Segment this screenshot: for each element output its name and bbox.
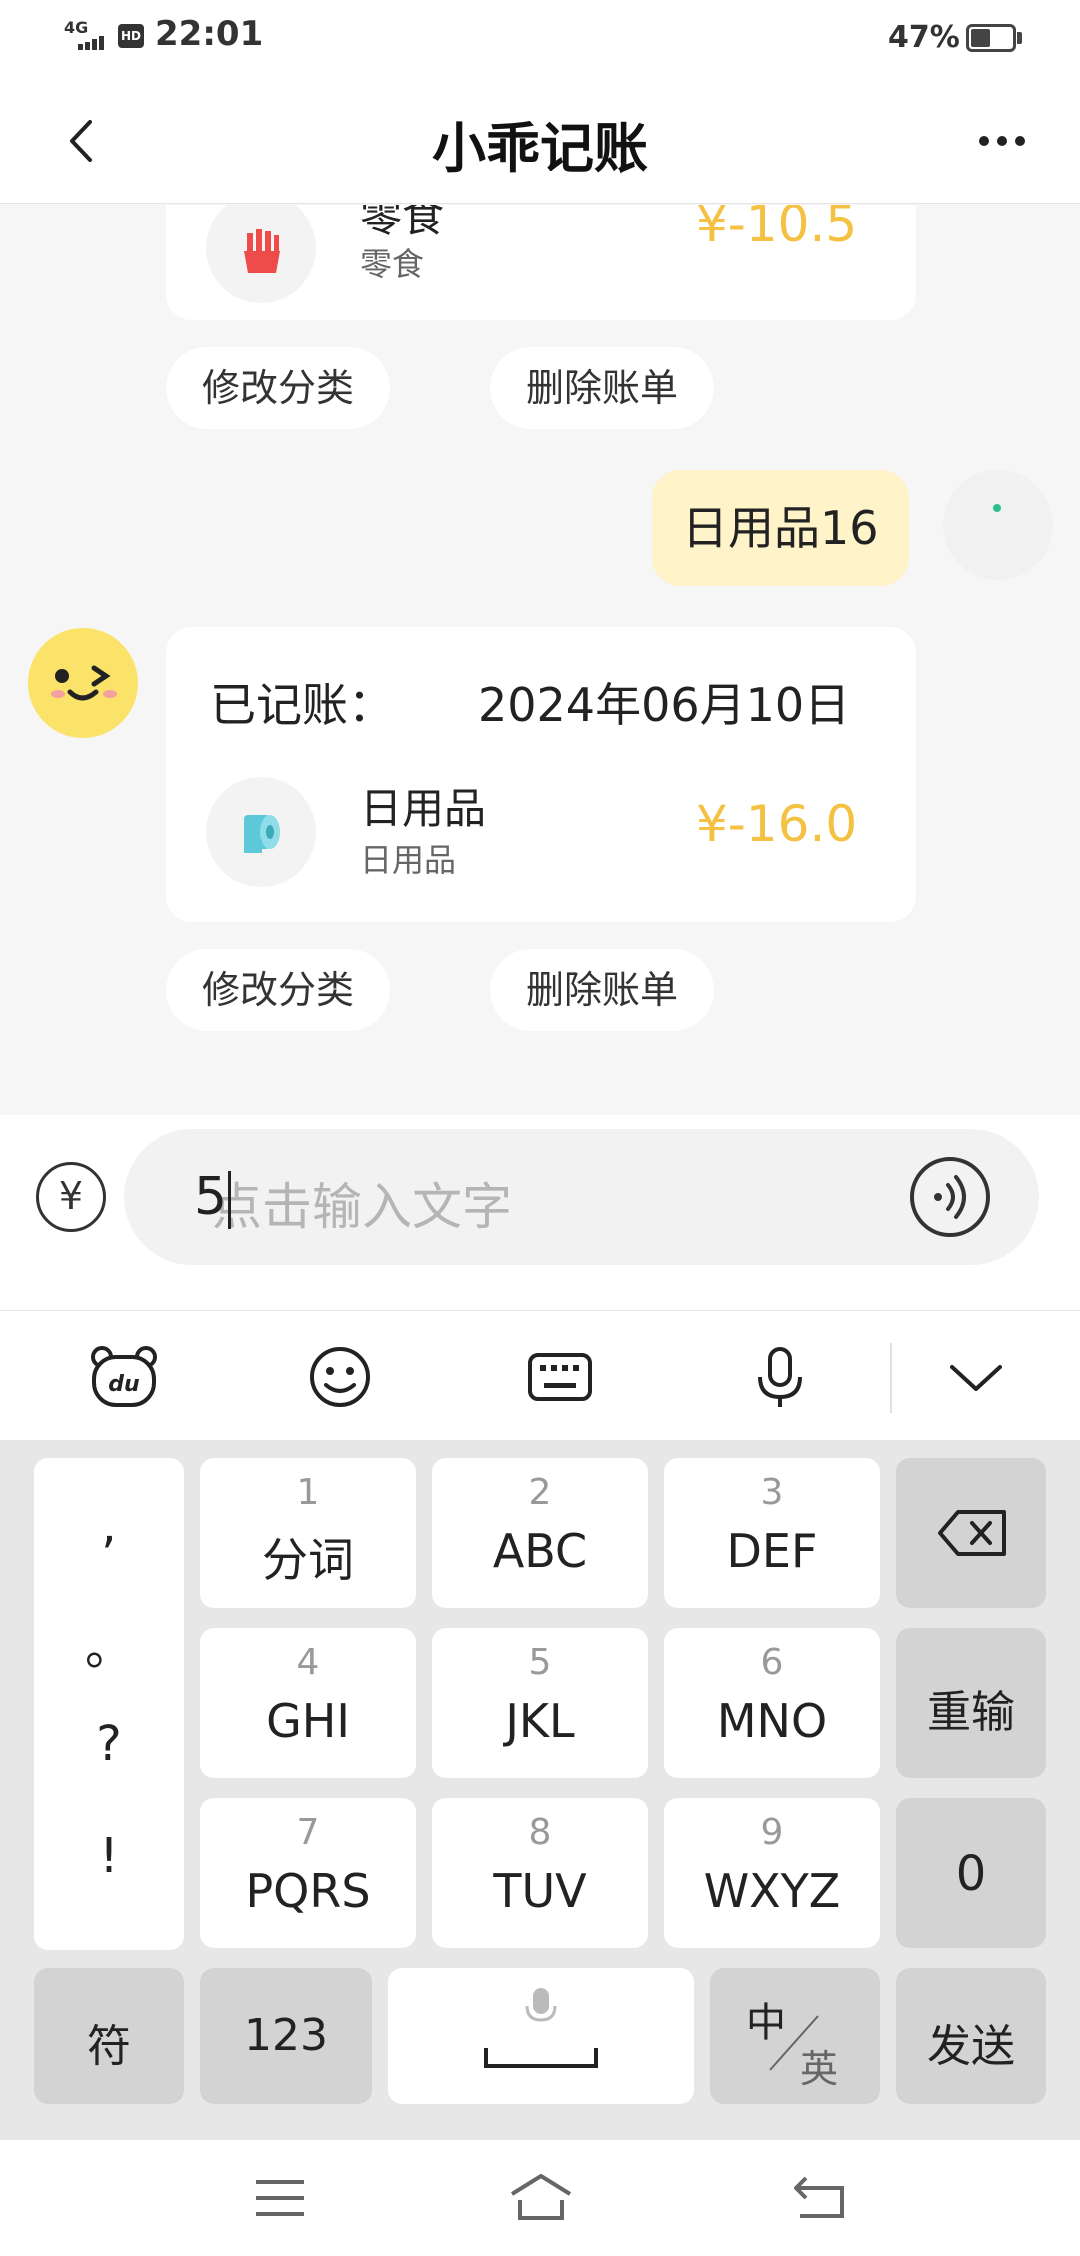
snack-icon bbox=[206, 205, 316, 303]
battery-icon bbox=[966, 24, 1016, 52]
message-input[interactable]: 点击输入文字 5 bbox=[124, 1129, 1039, 1265]
signal-icon bbox=[78, 36, 104, 50]
bill-card[interactable]: 已记账： 2024年06月10日 日用品 日用品 ¥-16.0 bbox=[166, 627, 916, 922]
recorded-label: 已记账： bbox=[210, 678, 394, 732]
du-logo-icon[interactable]: du bbox=[88, 1343, 160, 1411]
svg-text:du: du bbox=[108, 1372, 139, 1397]
bill-date: 2024年06月10日 bbox=[478, 678, 851, 732]
more-options-icon[interactable] bbox=[970, 116, 1034, 166]
yen-icon[interactable]: ¥ bbox=[36, 1162, 106, 1232]
key-1[interactable]: 1 分词 bbox=[200, 1458, 416, 1608]
key-9[interactable]: 9 WXYZ bbox=[664, 1798, 880, 1948]
backspace-icon bbox=[938, 1510, 1006, 1556]
tissue-roll-icon bbox=[206, 777, 316, 887]
modify-category-button[interactable]: 修改分类 bbox=[166, 949, 391, 1031]
battery-percent: 47% bbox=[888, 20, 960, 55]
key-7[interactable]: 7 PQRS bbox=[200, 1798, 416, 1948]
status-bar: 4G HD 22:01 47% bbox=[0, 0, 1080, 78]
menu-icon[interactable] bbox=[250, 2176, 310, 2220]
symbol-key[interactable]: 符 bbox=[34, 1968, 184, 2104]
punct-exclaim[interactable]: ! bbox=[34, 1828, 184, 1884]
emoji-icon[interactable] bbox=[304, 1343, 376, 1411]
microphone-icon[interactable] bbox=[744, 1343, 816, 1411]
keyboard: , 。 ? ! 1 分词 2 ABC 3 DEF 4 GHI 5 JKL 6 M… bbox=[0, 1440, 1080, 2140]
user-message-bubble[interactable]: 日用品16 bbox=[652, 470, 909, 586]
system-nav-bar bbox=[0, 2140, 1080, 2256]
key-5[interactable]: 5 JKL bbox=[432, 1628, 648, 1778]
bill-amount: ¥-16.0 bbox=[696, 795, 858, 853]
key-4[interactable]: 4 GHI bbox=[200, 1628, 416, 1778]
numbers-key[interactable]: 123 bbox=[200, 1968, 372, 2104]
toolbar-divider bbox=[890, 1343, 892, 1413]
delete-bill-button[interactable]: 删除账单 bbox=[490, 347, 715, 429]
punctuation-column[interactable]: , 。 ? ! bbox=[34, 1458, 184, 1950]
user-avatar[interactable] bbox=[943, 470, 1053, 580]
key-2[interactable]: 2 ABC bbox=[432, 1458, 648, 1608]
reenter-key[interactable]: 重输 bbox=[896, 1628, 1046, 1778]
status-time: 22:01 bbox=[155, 14, 264, 54]
keyboard-toolbar: du bbox=[0, 1310, 1080, 1440]
nav-bar: 小乖记账 bbox=[0, 78, 1080, 204]
network-indicator: 4G bbox=[64, 18, 89, 37]
punct-question[interactable]: ? bbox=[34, 1716, 184, 1772]
category-subtitle: 零食 bbox=[360, 245, 425, 283]
category-title: 日用品 bbox=[360, 784, 487, 833]
modify-category-button[interactable]: 修改分类 bbox=[166, 347, 391, 429]
page-title: 小乖记账 bbox=[432, 117, 648, 180]
chat-area[interactable]: 零食 零食 ¥-10.5 修改分类 删除账单 日用品16 已记账： 2024年0… bbox=[0, 205, 1080, 1115]
punct-period[interactable]: 。 bbox=[34, 1608, 184, 1678]
back-gesture-icon[interactable] bbox=[790, 2172, 850, 2222]
text-caret bbox=[228, 1171, 231, 1229]
delete-bill-button[interactable]: 删除账单 bbox=[490, 949, 715, 1031]
collapse-keyboard-icon[interactable] bbox=[940, 1343, 1012, 1411]
backspace-key[interactable] bbox=[896, 1458, 1046, 1608]
bill-amount: ¥-10.5 bbox=[696, 205, 858, 253]
bill-card[interactable]: 零食 零食 ¥-10.5 bbox=[166, 205, 916, 320]
zero-key[interactable]: 0 bbox=[896, 1798, 1046, 1948]
home-icon[interactable] bbox=[508, 2170, 574, 2224]
input-placeholder: 点击输入文字 bbox=[212, 1178, 512, 1236]
space-mic-icon bbox=[484, 1988, 598, 2068]
key-8[interactable]: 8 TUV bbox=[432, 1798, 648, 1948]
key-3[interactable]: 3 DEF bbox=[664, 1458, 880, 1608]
input-bar: ¥ 点击输入文字 5 bbox=[0, 1115, 1080, 1310]
bot-avatar[interactable] bbox=[28, 628, 138, 738]
category-subtitle: 日用品 bbox=[360, 841, 457, 879]
key-6[interactable]: 6 MNO bbox=[664, 1628, 880, 1778]
voice-input-icon[interactable] bbox=[910, 1157, 990, 1237]
hd-badge: HD bbox=[118, 24, 144, 48]
input-value: 5 bbox=[194, 1167, 228, 1227]
battery-tip bbox=[1017, 32, 1022, 44]
send-key[interactable]: 发送 bbox=[896, 1968, 1046, 2104]
punct-comma[interactable]: , bbox=[34, 1498, 184, 1554]
language-switch-key[interactable]: 中 英 bbox=[710, 1968, 880, 2104]
keyboard-icon[interactable] bbox=[524, 1343, 596, 1411]
space-key[interactable] bbox=[388, 1968, 694, 2104]
